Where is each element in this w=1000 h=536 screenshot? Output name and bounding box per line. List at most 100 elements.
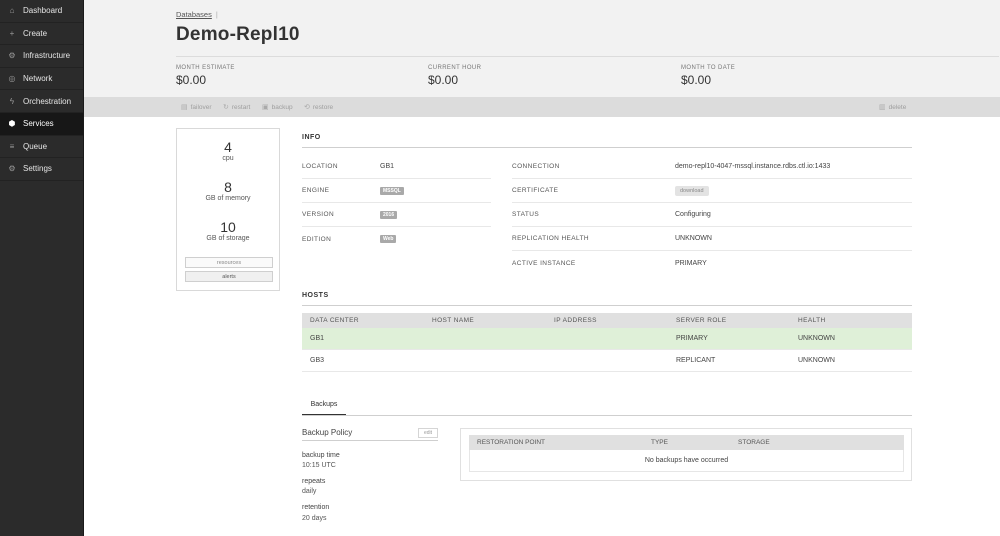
column-header: RESTORATION POINT [477,439,546,446]
repeats-value: daily [302,488,317,495]
cube-icon: ⬢ [8,119,16,129]
status-value: Configuring [675,211,711,218]
restart-button[interactable]: ↻ restart [223,103,251,112]
sidebar-item-settings[interactable]: ⚙ Settings [0,158,83,181]
month-estimate: MONTH ESTIMATE $0.00 [176,65,235,87]
sidebar-item-label: Network [23,74,53,84]
column-header: IP ADDRESS [554,317,597,324]
table-row: GB1 PRIMARY UNKNOWN [302,328,912,350]
delete-button[interactable]: ▥ delete [879,103,907,112]
info-row-location: LOCATION GB1 [302,155,491,179]
memory-stat: 8 GB of memory [177,179,279,202]
cpu-stat: 4 cpu [177,139,279,162]
memory-value: 8 [224,179,232,195]
stat-value: $0.00 [428,73,459,87]
sidebar-item-orchestration[interactable]: ϟ Orchestration [0,90,83,113]
info-row-connection: CONNECTION demo-repl10-4047-mssql.instan… [512,155,912,179]
column-header: HOST NAME [432,317,475,324]
restart-label: restart [231,103,251,111]
sidebar-item-infrastructure[interactable]: ⚙ Infrastructure [0,45,83,68]
version-badge: 2016 [380,210,398,219]
info-row-replication: REPLICATION HEALTH UNKNOWN [512,227,912,251]
sidebar-item-dashboard[interactable]: ⌂ Dashboard [0,0,83,23]
engine-badge: MSSQL [380,186,404,195]
table-cell: REPLICANT [676,357,716,364]
info-value: GB1 [380,163,395,170]
column-header: HEALTH [798,317,826,324]
action-toolbar: ▤ failover ↻ restart ▣ backup ⟲ restore ▥ del… [84,97,1000,117]
sidebar: ⌂ Dashboard + Create ⚙ Infrastructure ◎ Netw… [0,0,84,536]
disk-icon: ▣ [262,104,269,111]
column-header: TYPE [651,439,668,446]
info-label: REPLICATION HEALTH [512,235,590,242]
sidebar-item-services[interactable]: ⬢ Services [0,112,83,136]
restore-button[interactable]: ⟲ restore [304,103,334,112]
hosts-table: DATA CENTER HOST NAME IP ADDRESS SERVER … [302,313,912,372]
sidebar-item-label: Services [23,119,54,129]
info-row-status: STATUS Configuring [512,203,912,227]
policy-divider [302,440,438,441]
info-label: EDITION [302,235,332,243]
sidebar-item-network[interactable]: ◎ Network [0,68,83,91]
stat-value: $0.00 [681,73,712,87]
sidebar-item-create[interactable]: + Create [0,23,83,46]
table-cell: GB1 [310,335,325,342]
page-title: Demo-Repl10 [176,24,300,45]
memory-label: GB of memory [205,195,251,202]
info-divider [302,147,912,148]
storage-label: GB of storage [206,235,250,242]
sidebar-item-label: Orchestration [23,96,72,106]
sidebar-item-queue[interactable]: ≡ Queue [0,136,83,159]
header-divider [176,56,999,57]
storage-value: 10 [220,219,236,235]
month-to-date: MONTH TO DATE $0.00 [681,65,735,87]
sidebar-item-label: Infrastructure [23,51,71,61]
replication-value: UNKNOWN [675,235,712,242]
page-header: Databases | Demo-Repl10 MONTH ESTIMATE $0… [84,0,1000,97]
resources-button[interactable]: resources [185,257,273,268]
stat-label: MONTH TO DATE [681,65,736,71]
current-hour: CURRENT HOUR $0.00 [428,65,481,87]
info-label: CERTIFICATE [512,187,559,194]
info-label: LOCATION [302,163,338,170]
active-instance-value: PRIMARY [675,259,707,267]
column-header: STORAGE [738,439,770,446]
alerts-button[interactable]: alerts [185,271,273,282]
retention-label: retention [302,504,330,511]
gear-icon: ⚙ [8,164,16,174]
tab-backups[interactable]: Backups [302,398,346,416]
info-row-edition: EDITION Web [302,227,491,251]
home-icon: ⌂ [9,6,15,16]
info-label: CONNECTION [512,163,560,170]
delete-label: delete [888,103,907,111]
certificate-download-button[interactable]: download [675,185,709,196]
sidebar-item-label: Settings [23,164,52,174]
refresh-icon: ↻ [223,104,229,111]
info-section-title: INFO [302,134,321,141]
history-icon: ⟲ [304,104,310,111]
stat-label: CURRENT HOUR [428,65,482,71]
gear-icon: ⚙ [8,51,16,61]
restoration-table-header: RESTORATION POINT TYPE STORAGE [469,435,904,450]
backup-time-label: backup time [302,452,340,459]
restore-label: restore [312,103,334,111]
storage-stat: 10 GB of storage [177,219,279,242]
breadcrumb-databases-link[interactable]: Databases [176,10,212,19]
backup-button[interactable]: ▣ backup [262,103,293,112]
table-row: GB3 REPLICANT UNKNOWN [302,350,912,372]
repeats-label: repeats [302,478,326,485]
hosts-section-title: HOSTS [302,292,329,299]
plus-icon: + [9,28,15,38]
backup-time-value: 10:15 UTC [302,462,336,469]
column-header: DATA CENTER [310,317,359,324]
info-label: STATUS [512,211,540,218]
info-row-version: VERSION 2016 [302,203,491,227]
failover-button[interactable]: ▤ failover [181,103,212,112]
globe-icon: ◎ [8,74,16,84]
stat-label: MONTH ESTIMATE [176,65,235,71]
sidebar-item-label: Queue [23,141,48,151]
edit-policy-button[interactable]: edit [418,428,438,438]
resources-card: 4 cpu 8 GB of memory 10 GB of storage re… [176,128,280,291]
bolt-icon: ϟ [9,96,15,106]
restoration-points-panel: RESTORATION POINT TYPE STORAGE No backup… [460,428,912,481]
